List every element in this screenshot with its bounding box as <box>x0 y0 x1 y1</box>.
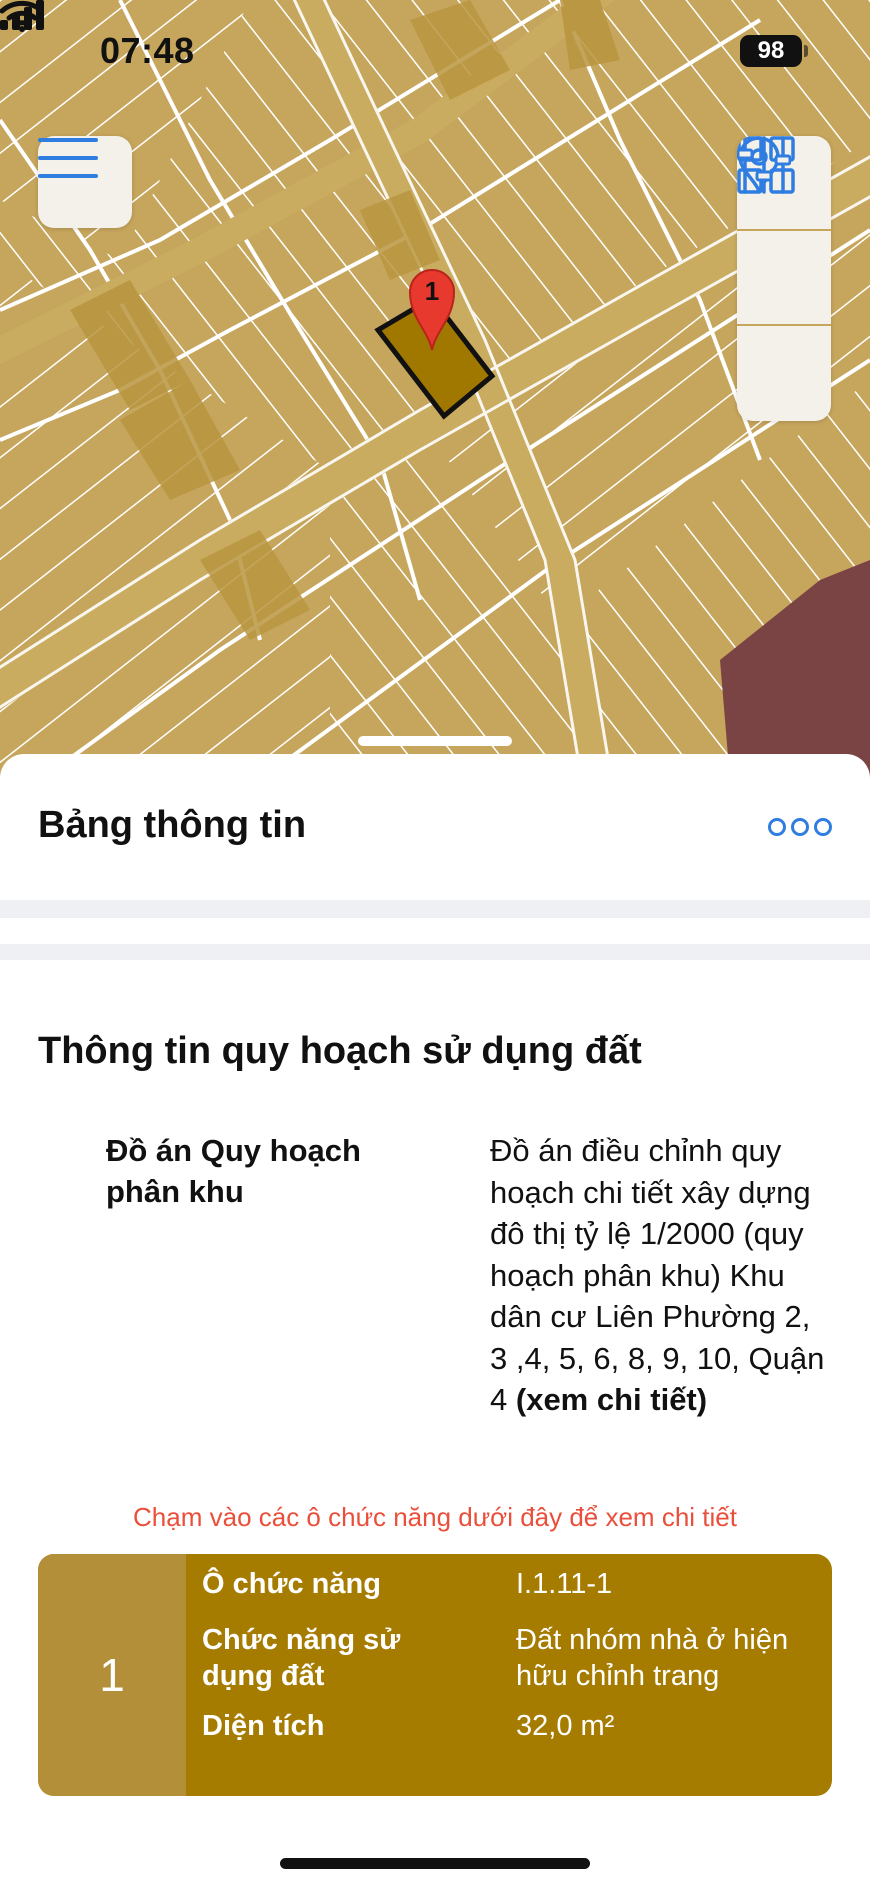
function-cell-value: I.1.11-1 <box>516 1568 613 1600</box>
more-icon <box>768 818 786 836</box>
divider <box>0 944 870 960</box>
more-icon <box>814 818 832 836</box>
map-view[interactable]: 1 07:48 98 <box>0 0 870 780</box>
hamburger-icon <box>38 138 98 178</box>
hint-text: Chạm vào các ô chức năng dưới đây để xem… <box>133 1502 737 1532</box>
map-tools <box>737 136 831 421</box>
plan-label: Đồ án Quy hoạch phân khu <box>106 1133 361 1209</box>
function-card[interactable]: 1 Ô chức năng I.1.11-1 Chức năng sử dụng… <box>38 1554 832 1796</box>
sheet-grab-handle[interactable] <box>358 736 512 746</box>
status-bar: 07:48 98 <box>0 0 870 100</box>
divider <box>0 900 870 918</box>
plan-value: Đồ án điều chỉnh quy hoạch chi tiết xây … <box>490 1130 830 1421</box>
sliders-icon <box>737 136 791 194</box>
menu-button[interactable] <box>38 136 132 228</box>
sheet-header: Bảng thông tin <box>0 754 870 900</box>
my-location-button[interactable] <box>737 136 831 326</box>
wifi-icon <box>0 0 44 32</box>
svg-text:1: 1 <box>425 276 439 306</box>
view-detail-link[interactable]: (xem chi tiết) <box>516 1382 707 1417</box>
panel-title: Bảng thông tin <box>38 804 307 846</box>
info-sheet: Bảng thông tin Thông tin quy hoạch sử dụ… <box>0 754 870 1883</box>
plan-value-text: Đồ án điều chỉnh quy hoạch chi tiết xây … <box>490 1133 825 1417</box>
filter-settings-button[interactable] <box>737 136 831 421</box>
more-button[interactable] <box>768 818 832 836</box>
function-cell-label: Ô chức năng <box>202 1568 381 1600</box>
land-use-value: Đất nhóm nhà ở hiện hữu chỉnh trang <box>516 1624 789 1692</box>
section-title: Thông tin quy hoạch sử dụng đất <box>38 1030 642 1072</box>
area-value: 32,0 m² <box>516 1710 615 1742</box>
land-use-label: Chức năng sử dụng đất <box>202 1624 401 1692</box>
function-index: 1 <box>38 1554 186 1796</box>
status-time: 07:48 <box>100 30 195 71</box>
battery-icon: 98 <box>740 35 808 67</box>
area-label: Diện tích <box>202 1710 325 1742</box>
more-icon <box>791 818 809 836</box>
home-indicator[interactable] <box>280 1858 590 1869</box>
